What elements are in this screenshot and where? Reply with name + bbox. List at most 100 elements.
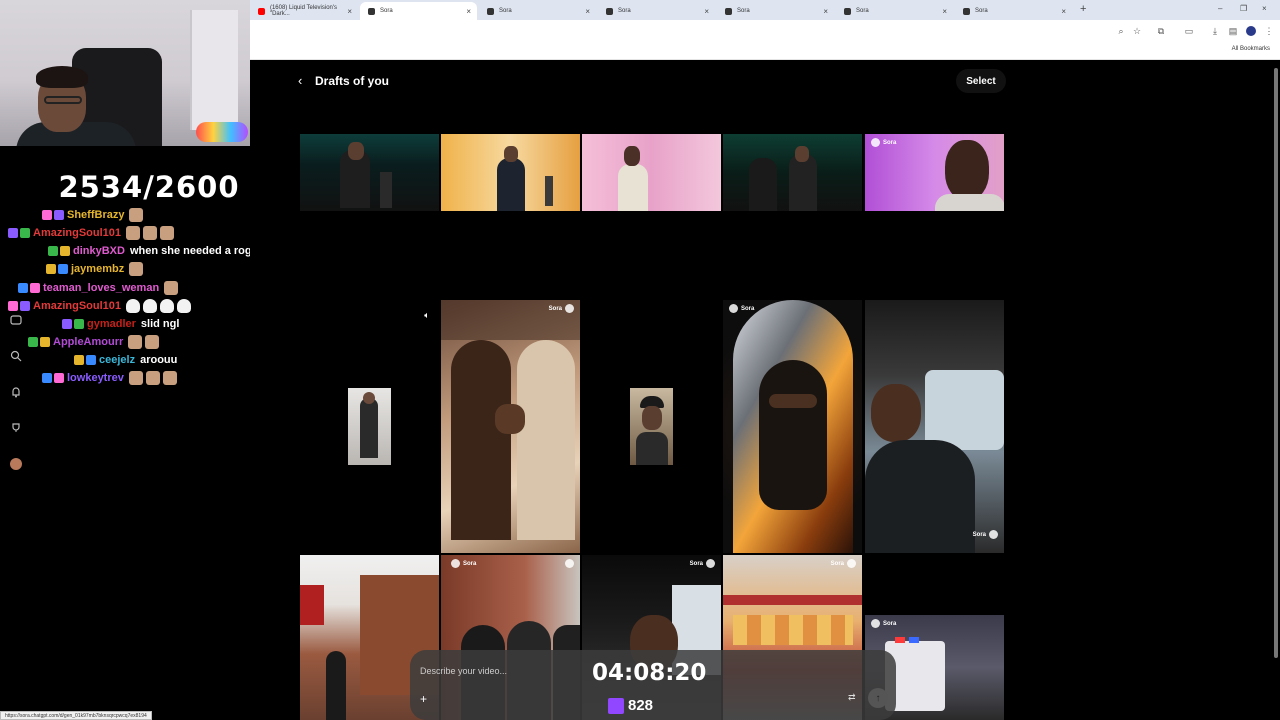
browser-tab[interactable]: Sora × xyxy=(360,2,477,20)
chat-badge-icon xyxy=(20,228,30,239)
profile-icon[interactable] xyxy=(1246,26,1256,36)
twitch-icon xyxy=(608,697,624,714)
chat-username[interactable]: dinkyBXD xyxy=(73,245,125,257)
tab-close-icon[interactable]: × xyxy=(1061,7,1066,16)
prompt-input[interactable]: Describe your video... xyxy=(420,666,507,676)
restore-window-icon[interactable]: ❐ xyxy=(1240,4,1247,13)
chat-username[interactable]: ceejelz xyxy=(99,354,135,366)
chat-message: dinkyBXD when she needed a rog xyxy=(0,242,260,260)
send-button[interactable]: ↑ xyxy=(868,688,888,708)
tab-favicon-icon xyxy=(606,7,613,15)
tab-close-icon[interactable]: × xyxy=(585,7,590,16)
chat-badge-icon xyxy=(58,264,68,275)
emote-icon xyxy=(126,226,141,241)
ghost-emote-icon xyxy=(126,298,141,313)
browser-tab[interactable]: Sora × xyxy=(598,2,715,20)
chat-badges xyxy=(62,318,84,329)
webcam-glasses xyxy=(44,96,82,104)
zoom-icon[interactable]: ⌕ xyxy=(1116,26,1126,36)
emote-icon xyxy=(160,226,175,241)
chat-username[interactable]: lowkeytrev xyxy=(67,372,124,384)
browser-tab[interactable]: Sora × xyxy=(836,2,953,20)
add-media-button[interactable]: + xyxy=(420,692,427,706)
page-scrollbar[interactable] xyxy=(1272,60,1280,720)
video-thumbnail[interactable] xyxy=(348,388,391,465)
volume-icon[interactable]: 🔈︎ xyxy=(418,306,436,324)
chat-username[interactable]: jaymembz xyxy=(71,263,124,275)
browser-window: (1608) Liquid Television's "Dark... × Sora… xyxy=(250,0,1280,720)
emote-icon xyxy=(128,371,143,386)
chat-username[interactable]: AmazingSoul101 xyxy=(33,227,121,239)
video-thumbnail[interactable] xyxy=(630,388,673,465)
close-window-icon[interactable]: × xyxy=(1262,4,1267,13)
video-thumbnail[interactable]: Sora xyxy=(865,134,1004,211)
browser-tab[interactable]: Sora × xyxy=(479,2,596,20)
all-bookmarks[interactable]: All Bookmarks xyxy=(1232,46,1270,52)
bell-icon[interactable] xyxy=(6,382,26,402)
back-button[interactable]: ‹ xyxy=(298,73,302,88)
chat-overlay: SheffBrazy AmazingSoul101 dinkyBXD when she… xyxy=(0,206,260,387)
tab-close-icon[interactable]: × xyxy=(704,7,709,16)
video-icon[interactable] xyxy=(6,310,26,330)
chat-username[interactable]: AmazingSoul101 xyxy=(33,300,121,312)
video-thumbnail[interactable]: Sora xyxy=(441,300,580,553)
video-thumbnail[interactable] xyxy=(582,134,721,211)
chat-badge-icon xyxy=(42,373,52,384)
tab-close-icon[interactable]: × xyxy=(942,7,947,16)
new-tab-button[interactable]: + xyxy=(1080,3,1086,15)
menu-icon[interactable]: ⋮ xyxy=(1264,26,1274,36)
search-icon[interactable] xyxy=(6,346,26,366)
browser-tab[interactable]: Sora × xyxy=(717,2,834,20)
tab-label: Sora xyxy=(737,8,750,14)
chat-message: lowkeytrev xyxy=(0,369,260,387)
video-thumbnail[interactable] xyxy=(300,134,439,211)
chat-username[interactable]: gymadler xyxy=(87,318,136,330)
minimize-window-icon[interactable]: – xyxy=(1218,4,1222,13)
emote-icon xyxy=(143,226,158,241)
browser-tab[interactable]: Sora × xyxy=(955,2,1072,20)
tab-label: Sora xyxy=(499,8,512,14)
chat-badge-icon xyxy=(28,336,38,347)
emote-icon xyxy=(145,334,160,349)
video-thumbnail[interactable]: Sora xyxy=(723,300,862,553)
ghost-emote-icon xyxy=(143,298,158,313)
tab-close-icon[interactable]: × xyxy=(466,7,471,16)
tab-close-icon[interactable]: × xyxy=(823,7,828,16)
trophy-icon[interactable] xyxy=(6,418,26,438)
settings-sliders-icon[interactable]: ⇄ xyxy=(848,692,856,703)
video-thumbnail[interactable]: Sora xyxy=(865,300,1004,553)
emote-icon xyxy=(128,334,143,349)
tab-favicon-icon xyxy=(258,7,265,15)
bookmark-star-icon[interactable]: ☆ xyxy=(1132,26,1142,36)
emote-icon xyxy=(129,262,144,277)
chat-badges xyxy=(46,264,68,275)
chat-username[interactable]: SheffBrazy xyxy=(67,209,124,221)
chat-message: SheffBrazy xyxy=(0,206,260,224)
chat-badges xyxy=(42,373,64,384)
status-bar-url: https://sora.chatgpt.com/d/gen_01k97mb7b… xyxy=(0,711,152,720)
sora-watermark: Sora xyxy=(729,304,754,313)
video-thumbnail[interactable] xyxy=(723,134,862,211)
browser-tab[interactable]: (1608) Liquid Television's "Dark... × xyxy=(250,2,358,20)
sidebar-icon[interactable]: ▭ xyxy=(1184,26,1194,36)
video-thumbnail[interactable] xyxy=(441,134,580,211)
tab-close-icon[interactable]: × xyxy=(347,7,352,16)
tab-label: Sora xyxy=(380,8,393,14)
chat-message: gymadler slid ngl xyxy=(0,315,260,333)
tab-label: (1608) Liquid Television's "Dark... xyxy=(269,5,338,17)
profile-avatar-icon[interactable] xyxy=(6,454,26,474)
extensions-icon[interactable]: ⧉ xyxy=(1156,26,1166,36)
chat-message: AmazingSoul101 xyxy=(0,224,260,242)
emote-icon xyxy=(162,371,177,386)
chat-message: AmazingSoul101 xyxy=(0,297,260,315)
chat-username[interactable]: teaman_loves_weman xyxy=(43,282,159,294)
chat-badge-icon xyxy=(30,282,40,293)
tab-favicon-icon xyxy=(368,7,375,15)
page-title: Drafts of you xyxy=(315,74,390,88)
viewer-count: 828 xyxy=(608,697,653,714)
chat-username[interactable]: AppleAmourr xyxy=(53,336,123,348)
select-button[interactable]: Select xyxy=(956,69,1006,93)
chat-badge-icon xyxy=(42,210,52,220)
cast-icon[interactable]: ▤ xyxy=(1228,26,1238,36)
download-icon[interactable]: ⤓ xyxy=(1210,26,1220,36)
